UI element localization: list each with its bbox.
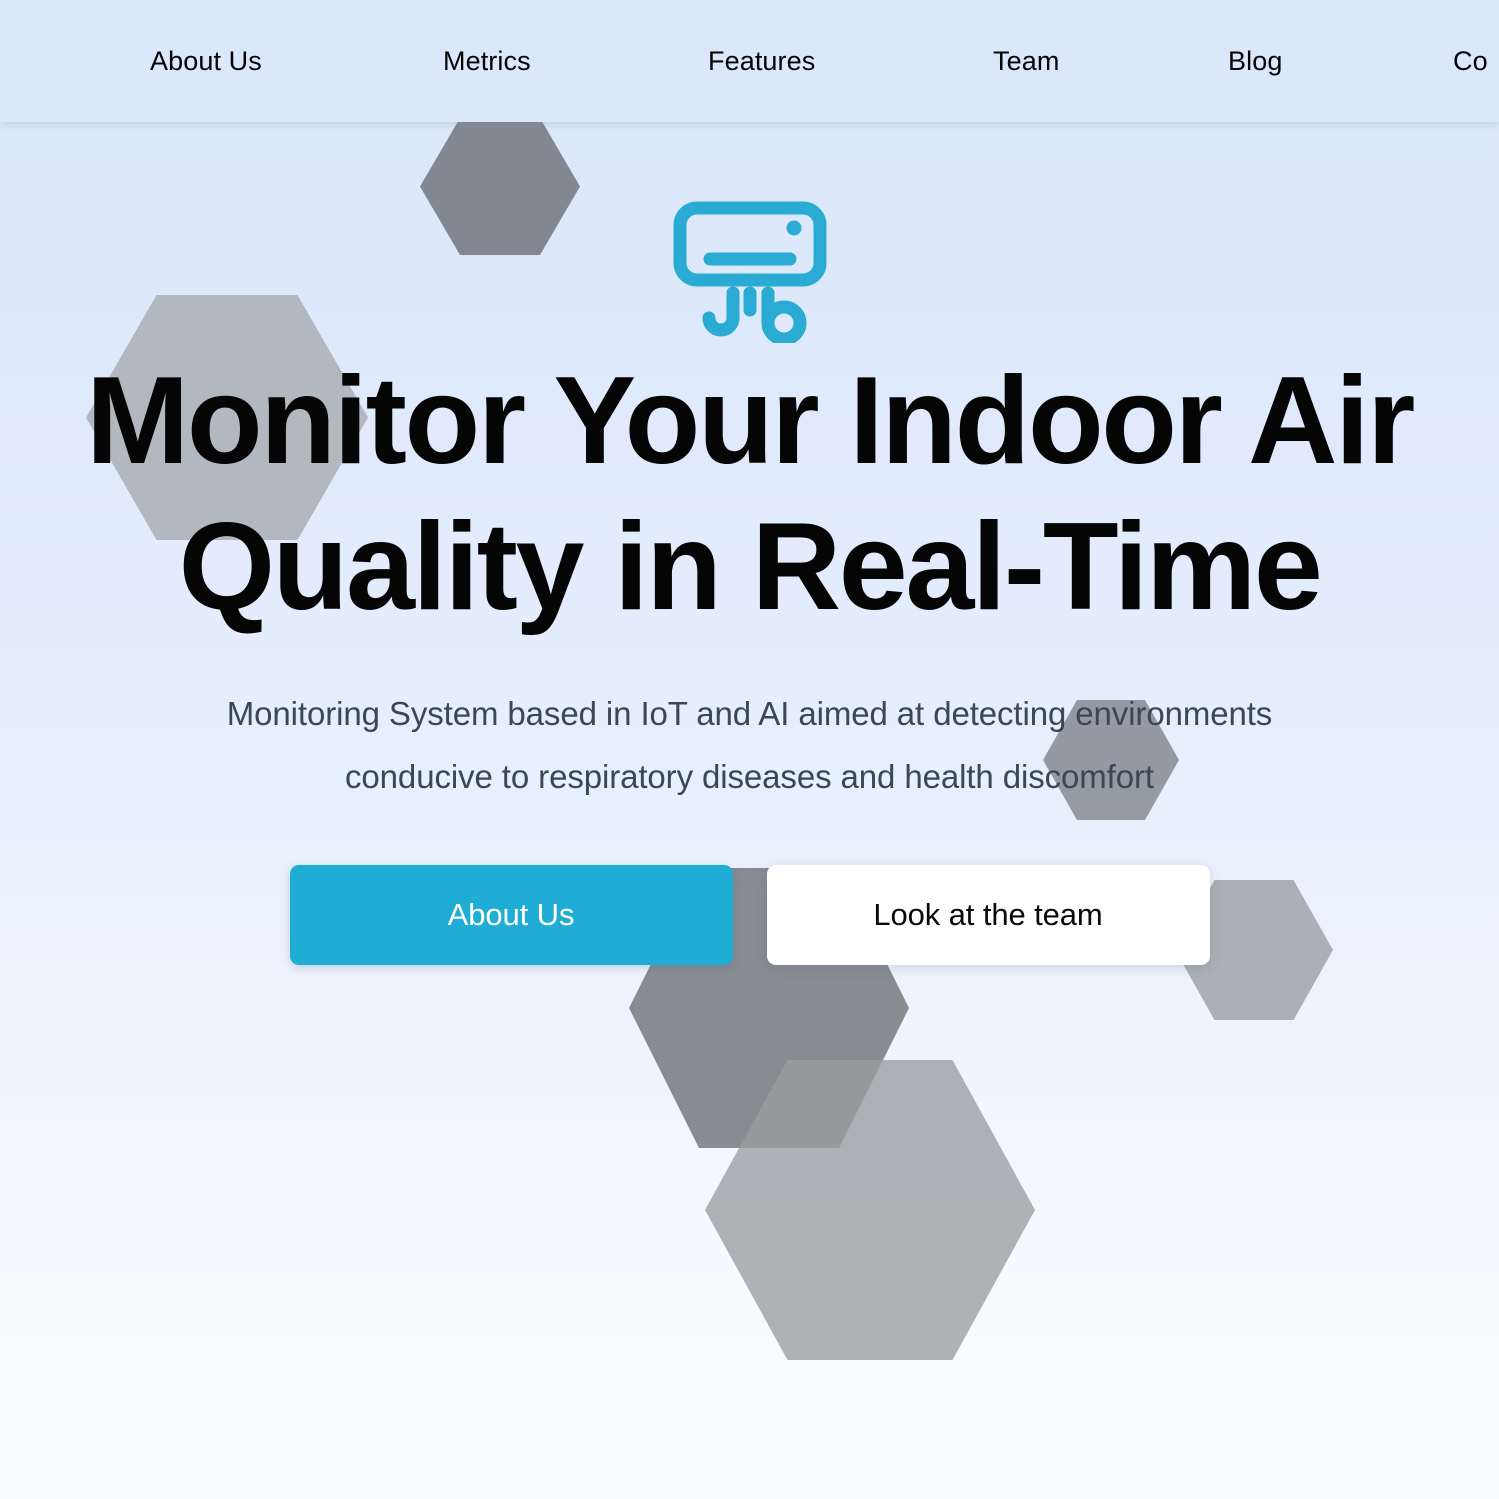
nav-item-metrics[interactable]: Metrics	[443, 41, 531, 81]
nav-item-team[interactable]: Team	[993, 41, 1059, 81]
hexagon-shape	[705, 1060, 1035, 1360]
look-at-the-team-button[interactable]: Look at the team	[766, 865, 1210, 965]
navigation-links: About Us Metrics Features Team Blog Co	[0, 0, 1499, 122]
cta-button-group: About Us Look at the team	[0, 865, 1499, 965]
landing-page: Monitor Your Indoor Air Quality in Real-…	[0, 0, 1499, 1499]
page-title: Monitor Your Indoor Air Quality in Real-…	[0, 348, 1499, 640]
hero-subtitle-line-1: Monitoring System based in IoT and AI ai…	[226, 695, 1273, 732]
nav-item-contact[interactable]: Co	[1453, 41, 1488, 81]
nav-item-about-us[interactable]: About Us	[150, 41, 262, 81]
air-conditioner-icon	[673, 201, 826, 343]
logo	[0, 200, 1499, 343]
top-navigation-bar: About Us Metrics Features Team Blog Co	[0, 0, 1499, 122]
hero-subtitle: Monitoring System based in IoT and AI ai…	[145, 682, 1355, 808]
page-title-line-1: Monitor Your Indoor Air	[85, 352, 1415, 490]
about-us-button[interactable]: About Us	[289, 865, 733, 965]
hero-section: Monitor Your Indoor Air Quality in Real-…	[0, 122, 1499, 965]
hero-subtitle-line-2: conducive to respiratory diseases and he…	[345, 758, 1154, 795]
nav-item-features[interactable]: Features	[708, 41, 815, 81]
page-title-line-2: Quality in Real-Time	[178, 498, 1323, 636]
nav-item-blog[interactable]: Blog	[1228, 41, 1282, 81]
